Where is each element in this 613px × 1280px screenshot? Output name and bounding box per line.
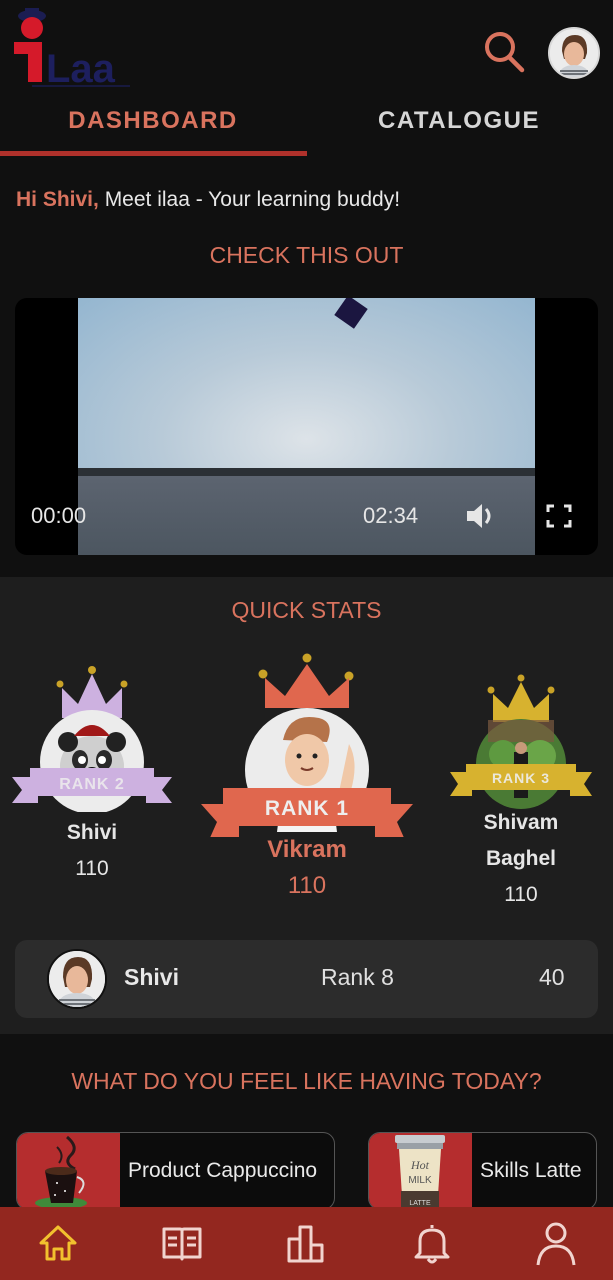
leaderboard-rank-1[interactable]: RANK 1 Vikram 110 bbox=[199, 652, 415, 900]
leaderboard-rank-2[interactable]: RANK 2 Shivi 110 bbox=[10, 662, 174, 881]
rank-3-name-last: Baghel bbox=[485, 847, 556, 870]
my-points: 40 bbox=[539, 964, 565, 990]
crown-icon bbox=[265, 664, 349, 708]
search-icon bbox=[485, 32, 525, 73]
nav-notifications[interactable] bbox=[408, 1219, 456, 1267]
rank-3-label: RANK 3 bbox=[492, 770, 550, 786]
video-current-time: 00:00 bbox=[31, 503, 87, 528]
bar-chart-icon bbox=[287, 1225, 324, 1263]
rank-2-name: Shivi bbox=[66, 821, 118, 844]
nav-profile[interactable] bbox=[532, 1219, 580, 1267]
check-this-out-title: CHECK THIS OUT bbox=[209, 242, 404, 268]
home-icon bbox=[39, 1225, 77, 1261]
nav-home[interactable] bbox=[34, 1219, 82, 1267]
hot-milk-latte-icon: Hot MILK LATTE bbox=[395, 1135, 445, 1209]
volume-icon bbox=[467, 504, 491, 528]
volume-button[interactable] bbox=[464, 501, 498, 531]
nav-catalogue[interactable] bbox=[158, 1219, 206, 1267]
menu-title: WHAT DO YOU FEEL LIKE HAVING TODAY? bbox=[71, 1068, 542, 1094]
rank-3-name-first: Shivam bbox=[483, 811, 559, 834]
latte-thumb: Hot MILK LATTE bbox=[369, 1133, 472, 1209]
nav-leaderboard[interactable] bbox=[282, 1219, 330, 1267]
ilaa-logo: Laa bbox=[14, 8, 130, 90]
my-rank-position: Rank 8 bbox=[321, 964, 394, 990]
user-avatar-icon bbox=[550, 29, 598, 77]
search-button[interactable] bbox=[478, 27, 530, 79]
crown-icon bbox=[493, 682, 549, 722]
rank-1-name: Vikram bbox=[267, 836, 347, 863]
bell-icon bbox=[414, 1225, 450, 1264]
bottom-navigation bbox=[0, 1207, 613, 1280]
user-avatar-icon bbox=[49, 951, 105, 1007]
coffee-cup-icon bbox=[35, 1135, 87, 1209]
leaderboard-rank-3[interactable]: RANK 3 Shivam Baghel 110 bbox=[448, 672, 594, 907]
rank-3-badge: RANK 3 bbox=[450, 674, 592, 809]
video-scene-object bbox=[334, 298, 368, 329]
fullscreen-icon bbox=[546, 504, 572, 528]
greeting-message: Meet ilaa - Your learning buddy! bbox=[98, 188, 401, 211]
card-label: Skills Latte bbox=[480, 1159, 582, 1182]
rank-3-score: 110 bbox=[504, 883, 538, 906]
quick-stats-title: QUICK STATS bbox=[231, 597, 382, 623]
rank-1-badge: RANK 1 bbox=[201, 653, 413, 840]
svg-text:Hot: Hot bbox=[410, 1158, 430, 1172]
svg-text:MILK: MILK bbox=[408, 1175, 432, 1186]
cappuccino-thumb bbox=[17, 1133, 120, 1209]
app-header: Laa DASHBOARD CATALOGUE bbox=[0, 0, 613, 160]
video-player[interactable]: 00:00 02:34 bbox=[15, 298, 598, 555]
my-name: Shivi bbox=[124, 964, 179, 990]
card-skills-latte[interactable]: Hot MILK LATTE Skills Latte bbox=[368, 1132, 597, 1210]
open-book-icon bbox=[162, 1227, 202, 1261]
svg-text:Laa: Laa bbox=[46, 47, 116, 90]
video-duration: 02:34 bbox=[363, 503, 419, 528]
tab-dashboard[interactable]: DASHBOARD bbox=[0, 100, 306, 158]
rank-1-score: 110 bbox=[287, 872, 327, 899]
profile-avatar-button[interactable] bbox=[548, 27, 600, 79]
rank-2-score: 110 bbox=[75, 857, 109, 880]
tab-catalogue[interactable]: CATALOGUE bbox=[306, 100, 612, 158]
svg-text:LATTE: LATTE bbox=[409, 1200, 431, 1207]
my-rank-card[interactable]: Shivi Rank 8 40 bbox=[15, 940, 598, 1018]
my-avatar bbox=[47, 949, 107, 1009]
rank-1-label: RANK 1 bbox=[265, 797, 349, 820]
rank-2-badge: RANK 2 bbox=[12, 666, 172, 814]
greeting-hi: Hi Shivi, bbox=[16, 188, 99, 211]
rank-2-label: RANK 2 bbox=[59, 776, 125, 793]
greeting-text: Hi Shivi, Meet ilaa - Your learning budd… bbox=[16, 188, 400, 212]
card-product-cappuccino[interactable]: Product Cappuccino bbox=[16, 1132, 335, 1210]
person-icon bbox=[536, 1222, 576, 1266]
active-tab-indicator bbox=[0, 151, 307, 156]
fullscreen-button[interactable] bbox=[545, 503, 573, 529]
top-tabs: DASHBOARD CATALOGUE bbox=[0, 100, 613, 158]
card-label: Product Cappuccino bbox=[128, 1159, 318, 1182]
